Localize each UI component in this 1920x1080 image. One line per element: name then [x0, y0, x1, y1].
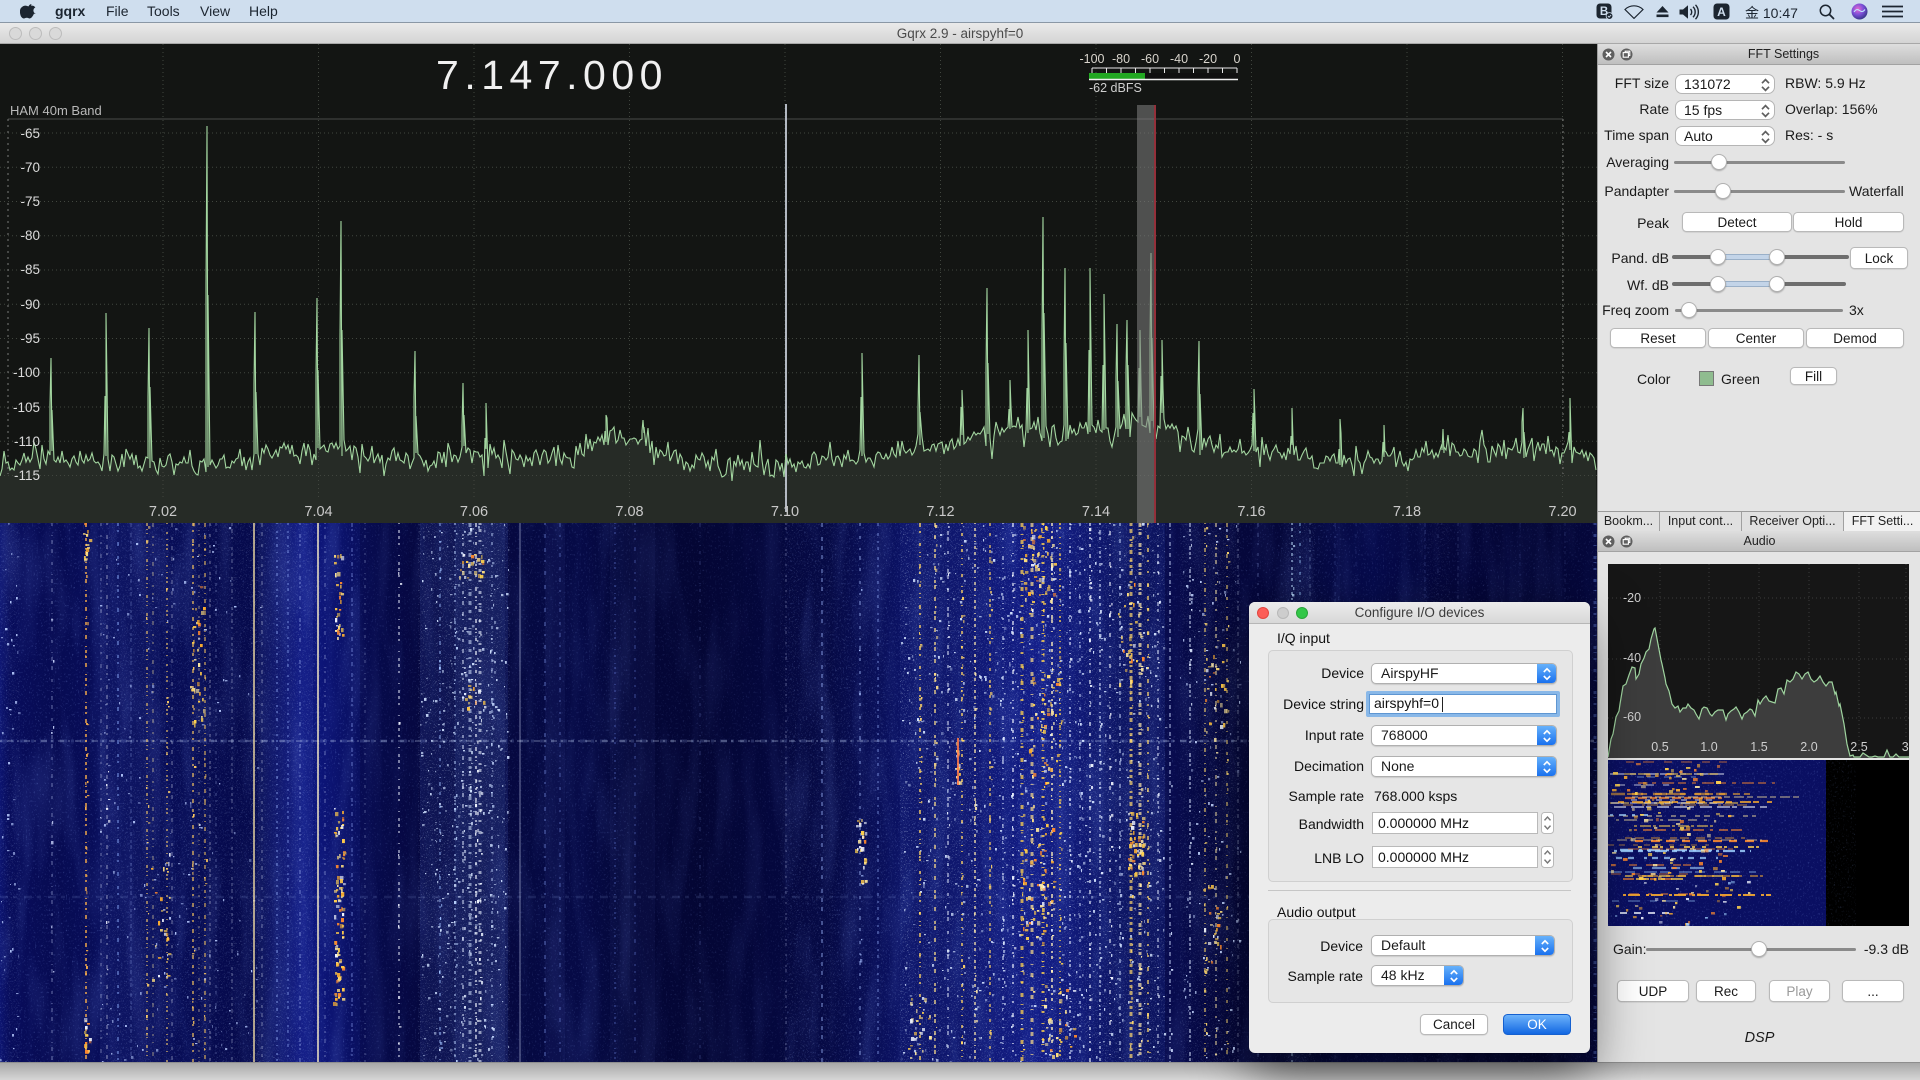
- svg-text:-95: -95: [20, 331, 40, 346]
- svg-text:1.5: 1.5: [1750, 740, 1767, 754]
- svg-text:-105: -105: [13, 400, 40, 415]
- svg-text:-100: -100: [1079, 52, 1104, 66]
- svg-text:1.0: 1.0: [1700, 740, 1717, 754]
- svg-text:-60: -60: [1623, 710, 1641, 724]
- svg-text:-110: -110: [14, 434, 40, 449]
- svg-text:7.14: 7.14: [1082, 504, 1110, 520]
- svg-text:0.5: 0.5: [1651, 740, 1668, 754]
- svg-text:7.16: 7.16: [1237, 504, 1265, 520]
- svg-text:7.12: 7.12: [926, 504, 954, 520]
- svg-text:-80: -80: [1112, 52, 1130, 66]
- svg-text:-90: -90: [20, 297, 40, 312]
- svg-text:-60: -60: [1141, 52, 1159, 66]
- svg-text:7.08: 7.08: [615, 504, 643, 520]
- svg-text:2.5: 2.5: [1850, 740, 1867, 754]
- svg-text:7.06: 7.06: [460, 504, 488, 520]
- svg-text:7.10: 7.10: [771, 504, 799, 520]
- svg-text:A: A: [1717, 5, 1726, 19]
- svg-text:7.04: 7.04: [304, 504, 332, 520]
- svg-text:-75: -75: [20, 194, 40, 209]
- svg-text:-115: -115: [14, 468, 40, 483]
- svg-text:2.0: 2.0: [1800, 740, 1817, 754]
- svg-text:-40: -40: [1623, 651, 1641, 665]
- svg-text:-65: -65: [20, 126, 40, 141]
- svg-text:7.18: 7.18: [1393, 504, 1421, 520]
- svg-text:-20: -20: [1199, 52, 1217, 66]
- svg-text:-80: -80: [20, 228, 40, 243]
- svg-text:-85: -85: [20, 262, 40, 277]
- svg-text:7.02: 7.02: [149, 504, 177, 520]
- svg-text:HAM 40m Band: HAM 40m Band: [10, 103, 102, 118]
- svg-text:-20: -20: [1623, 591, 1641, 605]
- svg-text:-62 dBFS: -62 dBFS: [1089, 81, 1142, 95]
- svg-text:0: 0: [1234, 52, 1241, 66]
- svg-text:-40: -40: [1170, 52, 1188, 66]
- svg-text:3.: 3.: [1902, 740, 1909, 754]
- svg-text:-70: -70: [20, 160, 40, 175]
- svg-text:-100: -100: [13, 365, 40, 380]
- svg-text:7.20: 7.20: [1548, 504, 1576, 520]
